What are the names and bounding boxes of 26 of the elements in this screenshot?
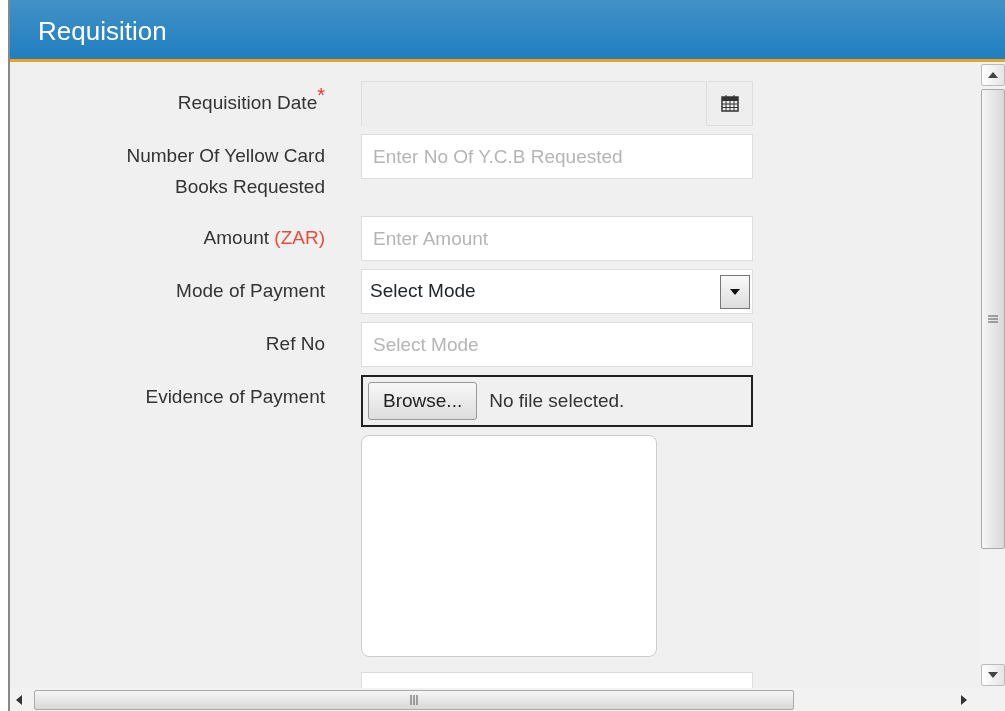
field-label: Evidence of Payment [144,385,325,409]
field-label: Ref No [264,332,325,356]
scroll-right-icon[interactable] [961,694,967,705]
grip-icon [410,694,418,705]
input-field[interactable]: Enter Amount [361,216,753,261]
scrollbar-thumb[interactable] [980,89,1005,549]
down-arrow-icon [987,672,998,678]
up-arrow-icon [987,72,998,78]
panel-title: Requisition [38,16,167,46]
field-label: Number Of Yellow Card Books Requested [125,144,325,199]
calendar-icon [720,95,739,112]
dropdown-button[interactable] [720,274,750,309]
scroll-down-button[interactable] [980,664,1005,686]
field-label: Mode of Payment [175,279,325,303]
input-field[interactable]: Enter No Of Y.C.B Requested [361,134,753,179]
scroll-left-icon[interactable] [16,694,22,705]
file-status: No file selected. [489,388,625,413]
input-field[interactable]: Select Mode [361,322,753,367]
required-mark: * [317,83,325,106]
select-dropdown[interactable]: Select Mode [361,269,753,314]
grip-icon [987,315,998,323]
caret-icon [730,288,740,295]
scrollbar-thumb[interactable] [34,689,794,710]
field-label: Amount (ZAR) [202,226,325,250]
scroll-up-button[interactable] [980,64,1005,86]
browse-button[interactable]: Browse... [368,381,478,421]
